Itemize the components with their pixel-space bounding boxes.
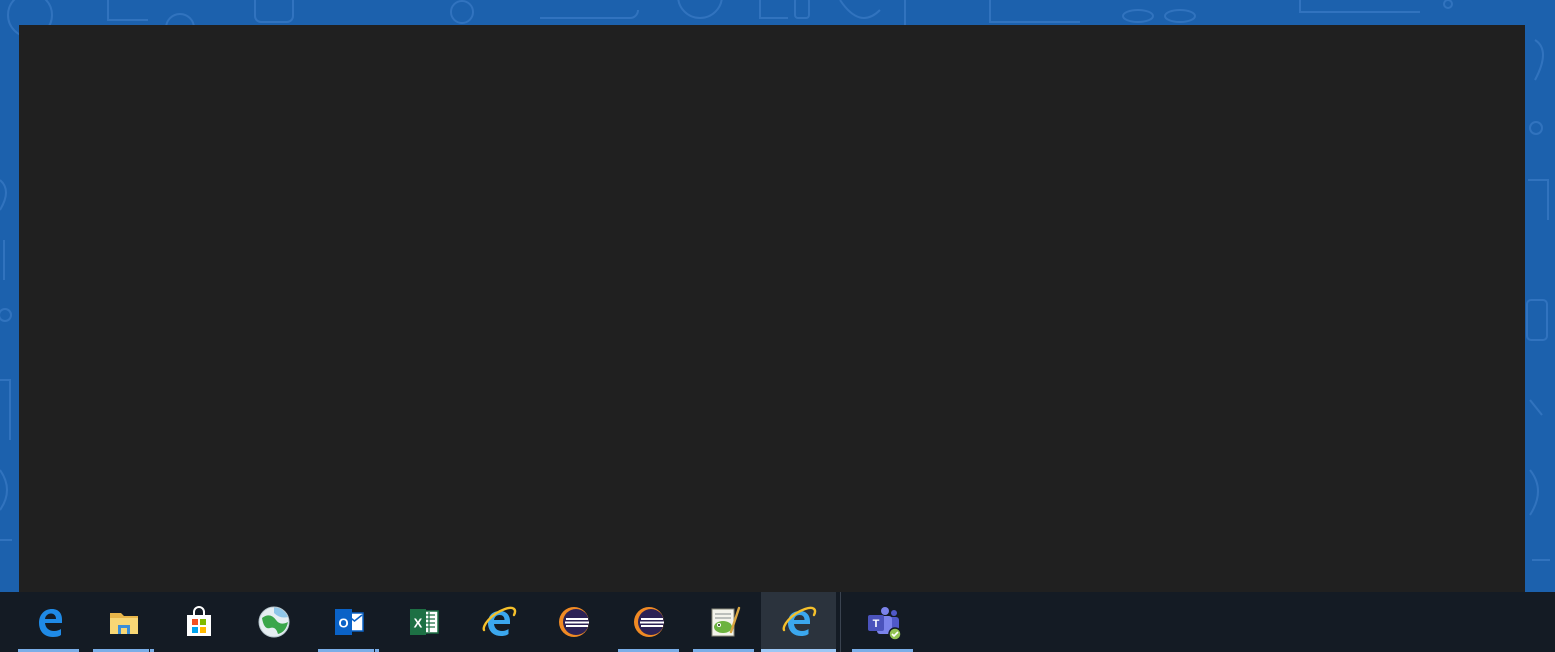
desktop: O X T bbox=[0, 0, 1555, 652]
excel-icon: X bbox=[409, 609, 439, 635]
taskbar-item-microsoft-store[interactable] bbox=[161, 592, 236, 652]
outlook-icon: O bbox=[334, 609, 364, 635]
notepad-plus-plus-icon bbox=[711, 606, 740, 637]
eclipse-icon bbox=[633, 607, 664, 637]
eclipse-icon bbox=[558, 607, 589, 637]
taskbar-item-internet-explorer[interactable] bbox=[461, 592, 536, 652]
taskbar-item-excel[interactable]: X bbox=[386, 592, 461, 652]
edge-icon bbox=[38, 609, 62, 637]
taskbar-item-outlook[interactable]: O bbox=[311, 592, 386, 652]
taskbar-item-eclipse-running[interactable] bbox=[611, 592, 686, 652]
taskbar: O X T bbox=[0, 592, 1555, 652]
taskbar-divider bbox=[840, 592, 841, 652]
teams-icon: T bbox=[867, 607, 901, 640]
teams-letter: T bbox=[872, 618, 879, 630]
taskbar-item-globe-app[interactable] bbox=[236, 592, 311, 652]
internet-explorer-icon bbox=[482, 606, 516, 636]
taskbar-item-edge[interactable] bbox=[11, 592, 86, 652]
app-window[interactable] bbox=[19, 25, 1525, 592]
taskbar-item-eclipse[interactable] bbox=[536, 592, 611, 652]
taskbar-item-internet-explorer-active[interactable] bbox=[761, 592, 836, 652]
taskbar-item-teams[interactable]: T bbox=[845, 592, 920, 652]
excel-letter: X bbox=[413, 616, 422, 631]
taskbar-left-spacer bbox=[0, 592, 11, 652]
internet-explorer-icon bbox=[782, 606, 816, 636]
taskbar-item-notepad-plus-plus[interactable] bbox=[686, 592, 761, 652]
globe-app-icon bbox=[258, 606, 289, 638]
microsoft-store-icon bbox=[186, 606, 211, 636]
taskbar-item-file-explorer[interactable] bbox=[86, 592, 161, 652]
file-explorer-icon bbox=[109, 613, 138, 634]
outlook-letter: O bbox=[338, 616, 348, 631]
